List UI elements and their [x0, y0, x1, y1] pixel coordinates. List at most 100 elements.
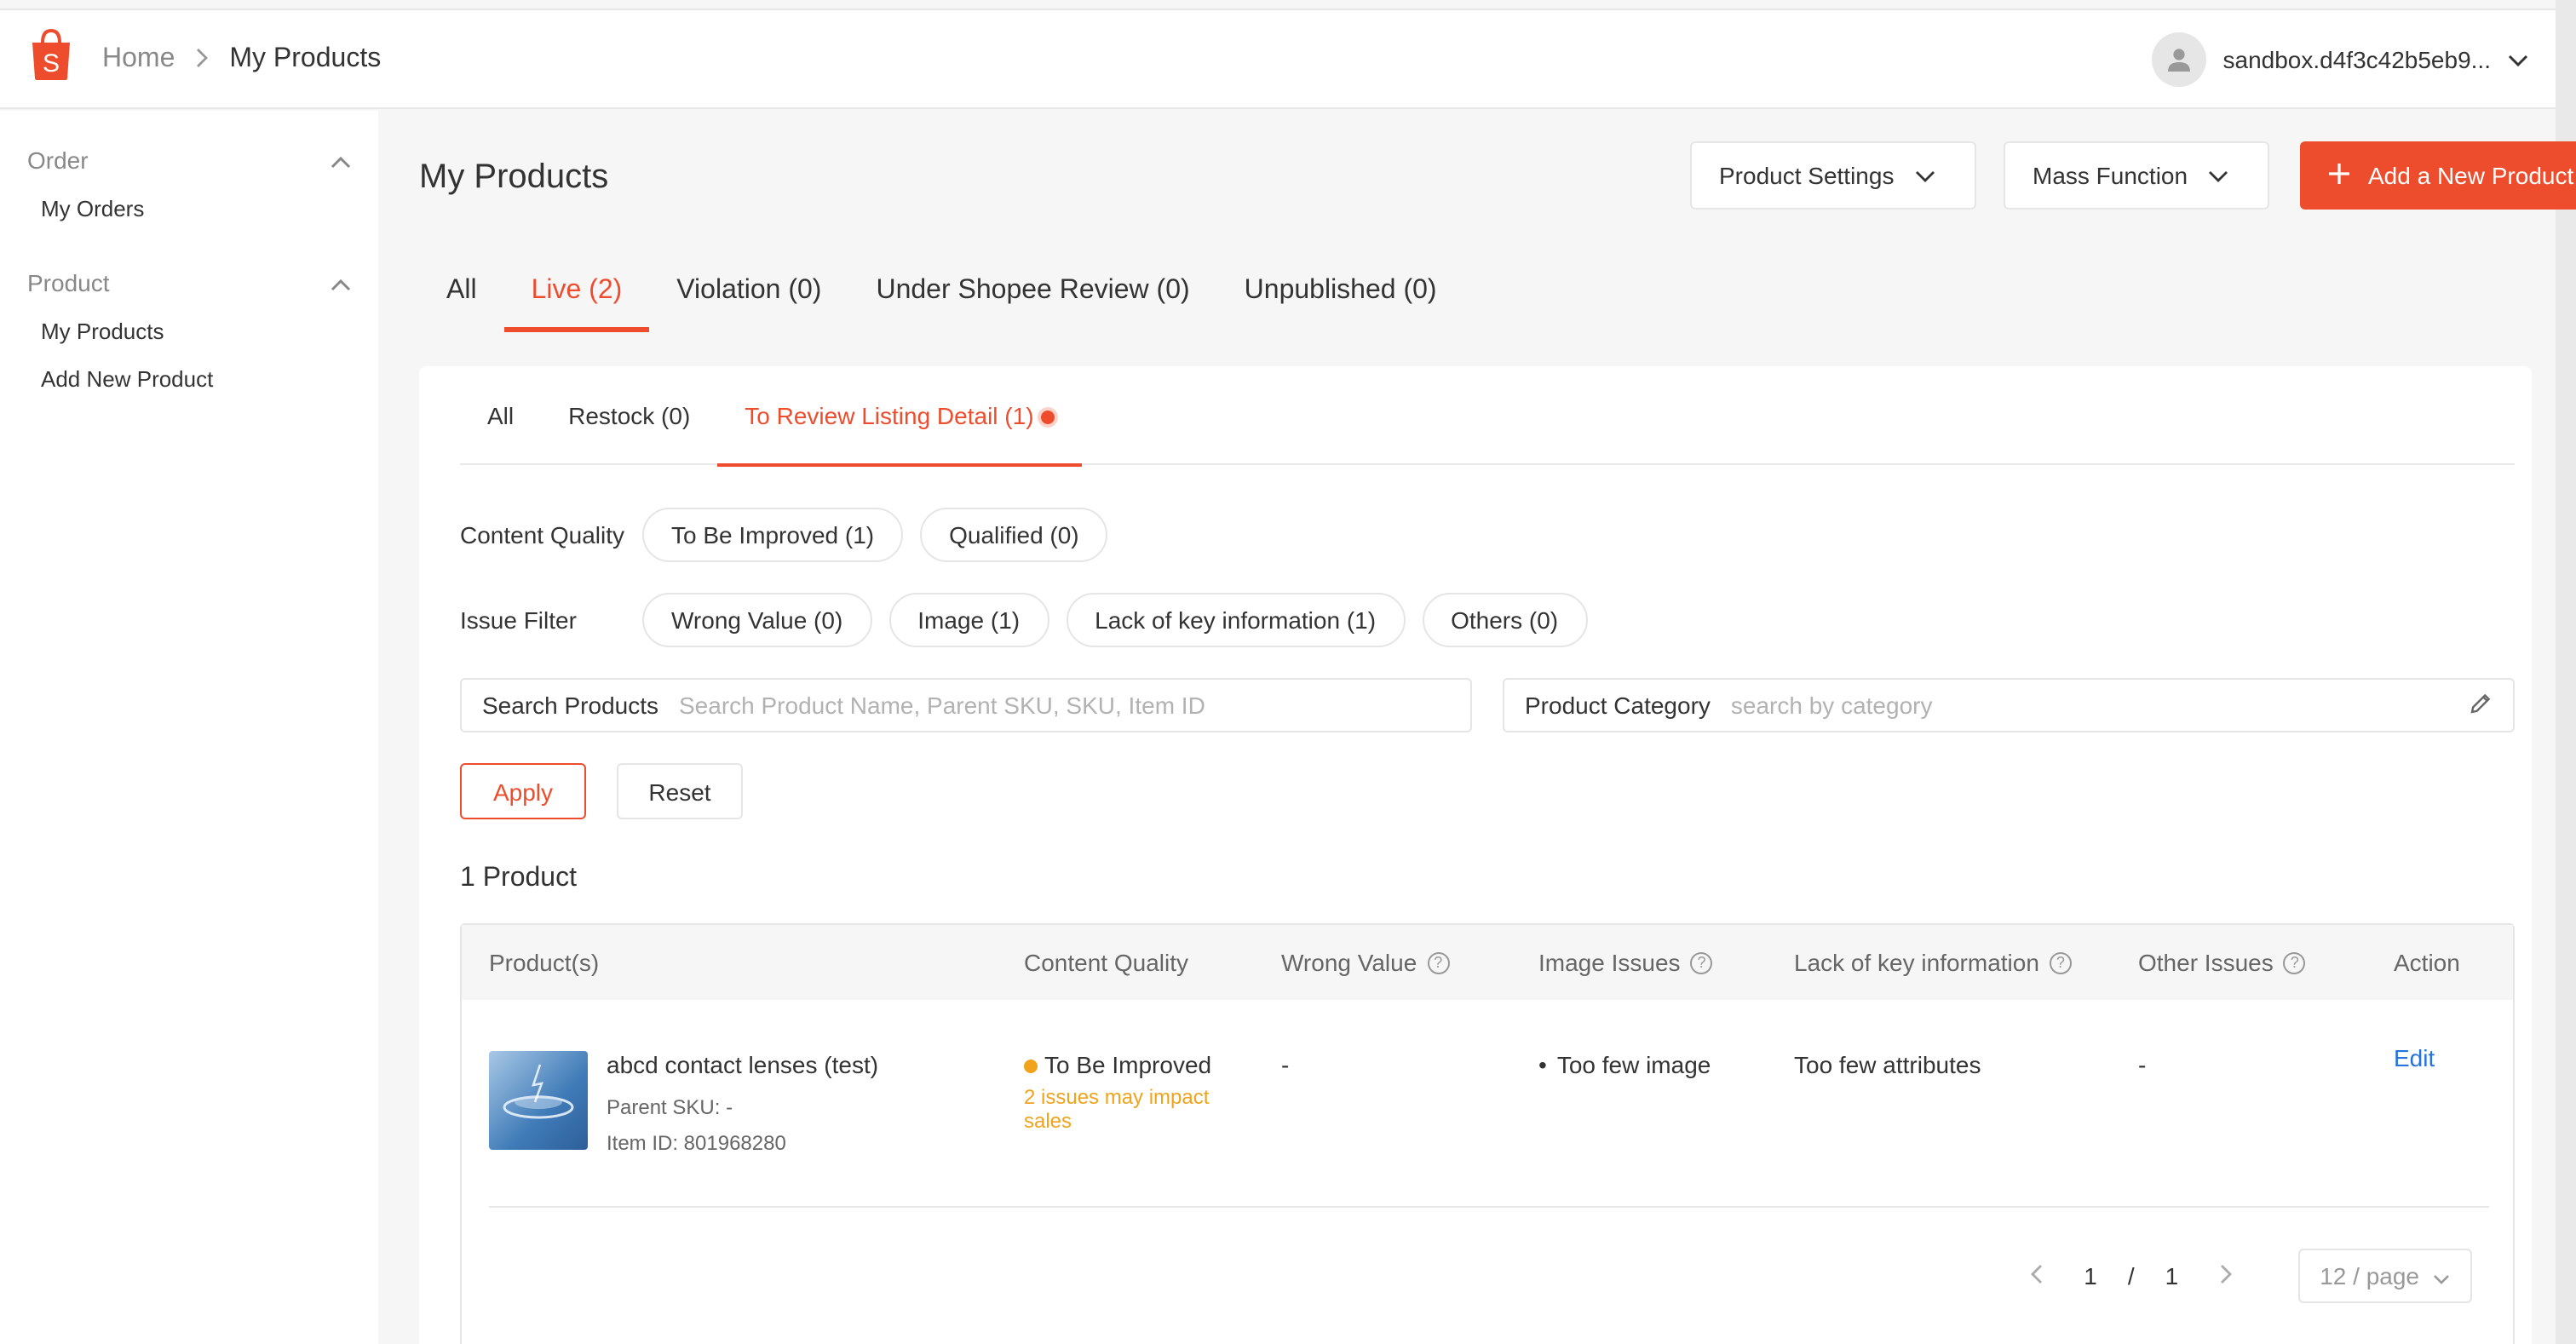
tab-violation[interactable]: Violation (0): [649, 250, 848, 332]
column-other-issues-label: Other Issues: [2138, 949, 2274, 976]
sidebar-group-header[interactable]: Product: [27, 257, 351, 308]
chip-others[interactable]: Others (0): [1422, 593, 1588, 647]
table-row: abcd contact lenses (test) Parent SKU: -…: [489, 1000, 2489, 1208]
product-category-label: Product Category: [1525, 692, 1711, 719]
subtab-to-review[interactable]: To Review Listing Detail (1): [717, 366, 1081, 467]
subtab-all[interactable]: All: [460, 366, 541, 465]
chevron-right-icon: [195, 46, 209, 73]
account-name[interactable]: sandbox.d4f3c42b5eb9...: [2223, 46, 2492, 73]
sidebar-group-order: Order My Orders: [0, 135, 378, 233]
page-size-value: 12 / page: [2320, 1262, 2419, 1289]
result-count: 1 Product: [460, 864, 577, 893]
top-header: S Home My Products sandbox.d4f3c42b5eb9.…: [0, 10, 2556, 109]
chevron-left-icon[interactable]: [2029, 1262, 2043, 1289]
parent-sku: Parent SKU: -: [607, 1095, 733, 1119]
window-top-strip: [0, 0, 2576, 10]
search-products-label: Search Products: [482, 692, 658, 719]
other-issues-cell: -: [2138, 1051, 2147, 1078]
chevron-right-icon[interactable]: [2219, 1262, 2233, 1289]
mass-function-label: Mass Function: [2033, 162, 2188, 189]
sidebar-group-product: Product My Products Add New Product: [0, 257, 378, 404]
column-wrong-value-label: Wrong Value: [1281, 949, 1417, 976]
product-list-card: All Restock (0) To Review Listing Detail…: [419, 366, 2532, 1344]
plus-icon: [2327, 161, 2351, 190]
current-page: 1: [2084, 1262, 2097, 1289]
chevron-down-icon[interactable]: [2508, 46, 2528, 73]
sidebar-item-my-orders[interactable]: My Orders: [27, 186, 351, 233]
avatar[interactable]: [2151, 32, 2206, 87]
sidebar-item-my-products[interactable]: My Products: [27, 308, 351, 356]
sidebar-group-title: Product: [27, 269, 110, 296]
chevron-down-icon: [1914, 162, 1935, 189]
issue-filter-label: Issue Filter: [460, 606, 577, 634]
help-icon[interactable]: ?: [2283, 951, 2306, 974]
reset-button[interactable]: Reset: [617, 763, 743, 819]
chevron-up-icon[interactable]: [331, 146, 351, 174]
sub-tabs: All Restock (0) To Review Listing Detail…: [460, 366, 2515, 467]
help-icon[interactable]: ?: [1427, 951, 1450, 974]
breadcrumb-home[interactable]: Home: [102, 44, 175, 75]
sidebar-group-header[interactable]: Order: [27, 135, 351, 186]
warning-dot-icon: [1024, 1060, 1038, 1074]
chip-to-be-improved[interactable]: To Be Improved (1): [642, 508, 904, 562]
product-table: Product(s) Content Quality Wrong Value? …: [460, 923, 2515, 1344]
wrong-value-cell: -: [1281, 1051, 1290, 1078]
bullet-icon: •: [1538, 1051, 1547, 1078]
tab-unpublished[interactable]: Unpublished (0): [1217, 250, 1464, 332]
chip-image[interactable]: Image (1): [888, 593, 1049, 647]
page-size-select[interactable]: 12 / page: [2297, 1249, 2472, 1303]
tab-under-review[interactable]: Under Shopee Review (0): [848, 250, 1216, 332]
product-settings-button[interactable]: Product Settings: [1690, 141, 1976, 210]
subtab-restock[interactable]: Restock (0): [541, 366, 717, 465]
mass-function-button[interactable]: Mass Function: [2004, 141, 2269, 210]
apply-button[interactable]: Apply: [460, 763, 586, 819]
chevron-up-icon[interactable]: [331, 269, 351, 296]
column-image-issues: Image Issues?: [1538, 925, 1713, 1000]
chip-qualified[interactable]: Qualified (0): [920, 508, 1108, 562]
help-icon[interactable]: ?: [2049, 951, 2072, 974]
content-quality-label: Content Quality: [460, 521, 624, 549]
pagination: 1 / 1 12 / page: [2029, 1249, 2472, 1303]
subtab-to-review-label: To Review Listing Detail (1): [745, 402, 1034, 429]
quality-status: To Be Improved: [1044, 1051, 1212, 1078]
image-issue-text: Too few image: [1556, 1051, 1711, 1078]
content-quality-cell: To Be Improved 2 issues may impact sales: [1024, 1051, 1245, 1133]
shopee-logo-icon[interactable]: S: [27, 27, 75, 82]
sidebar: Order My Orders Product My Products Add …: [0, 111, 378, 1344]
page-separator: /: [2127, 1262, 2135, 1289]
column-products: Product(s): [489, 949, 600, 976]
search-products-placeholder[interactable]: Search Product Name, Parent SKU, SKU, It…: [679, 692, 1205, 719]
product-thumbnail[interactable]: [489, 1051, 588, 1150]
column-action: Action: [2394, 949, 2460, 976]
sidebar-item-add-new-product[interactable]: Add New Product: [27, 356, 351, 404]
tab-live[interactable]: Live (2): [503, 250, 651, 332]
breadcrumb-current: My Products: [229, 44, 382, 73]
table-header: Product(s) Content Quality Wrong Value? …: [462, 925, 2513, 1000]
user-icon: [2167, 49, 2190, 72]
item-id: Item ID: 801968280: [607, 1131, 786, 1155]
status-tabs: All Live (2) Violation (0) Under Shopee …: [419, 250, 1464, 332]
column-other-issues: Other Issues?: [2138, 925, 2306, 1000]
chip-wrong-value[interactable]: Wrong Value (0): [642, 593, 872, 647]
help-icon[interactable]: ?: [1690, 951, 1713, 974]
column-wrong-value: Wrong Value?: [1281, 925, 1450, 1000]
chevron-down-icon: [2433, 1262, 2450, 1289]
account-menu[interactable]: sandbox.d4f3c42b5eb9...: [2151, 10, 2529, 109]
quality-note: 2 issues may impact sales: [1024, 1085, 1210, 1133]
pencil-icon[interactable]: [2469, 691, 2493, 720]
search-products-input[interactable]: Search Products Search Product Name, Par…: [460, 678, 1472, 732]
lack-info-cell: Too few attributes: [1794, 1051, 1981, 1078]
add-new-product-button[interactable]: Add a New Product: [2300, 141, 2576, 210]
product-name[interactable]: abcd contact lenses (test): [607, 1051, 878, 1078]
chip-lack-key-info[interactable]: Lack of key information (1): [1066, 593, 1406, 647]
column-image-issues-label: Image Issues: [1538, 949, 1681, 976]
tab-all[interactable]: All: [419, 250, 504, 332]
content-quality-filter: Content Quality To Be Improved (1) Quali…: [460, 508, 1125, 562]
notification-dot: [1040, 411, 1055, 425]
column-content-quality: Content Quality: [1024, 949, 1188, 976]
image-issues-cell: • Too few image: [1538, 1051, 1711, 1078]
product-category-placeholder[interactable]: search by category: [1731, 692, 1933, 719]
edit-link[interactable]: Edit: [2394, 1044, 2435, 1071]
sidebar-group-title: Order: [27, 146, 89, 174]
product-category-input[interactable]: Product Category search by category: [1503, 678, 2515, 732]
